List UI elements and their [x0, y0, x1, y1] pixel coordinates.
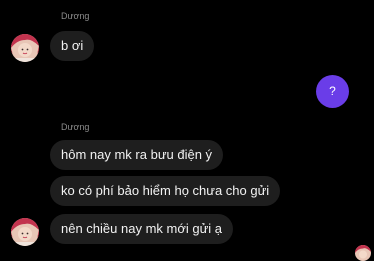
sender-name: Dương: [61, 11, 90, 21]
contact-avatar-icon[interactable]: [11, 218, 39, 246]
message-bubble[interactable]: b ơi: [50, 31, 95, 61]
message-bubble[interactable]: ko có phí bảo hiểm họ chưa cho gửi: [50, 176, 281, 206]
sender-name: Dương: [61, 122, 90, 132]
sent-message-bubble[interactable]: ?: [316, 75, 349, 108]
contact-avatar-icon[interactable]: [11, 34, 39, 62]
read-receipt-avatar-icon: [355, 245, 371, 261]
message-bubble[interactable]: hôm nay mk ra bưu điện ý: [50, 140, 224, 170]
message-bubble[interactable]: nên chiều nay mk mới gửi ạ: [50, 214, 234, 244]
